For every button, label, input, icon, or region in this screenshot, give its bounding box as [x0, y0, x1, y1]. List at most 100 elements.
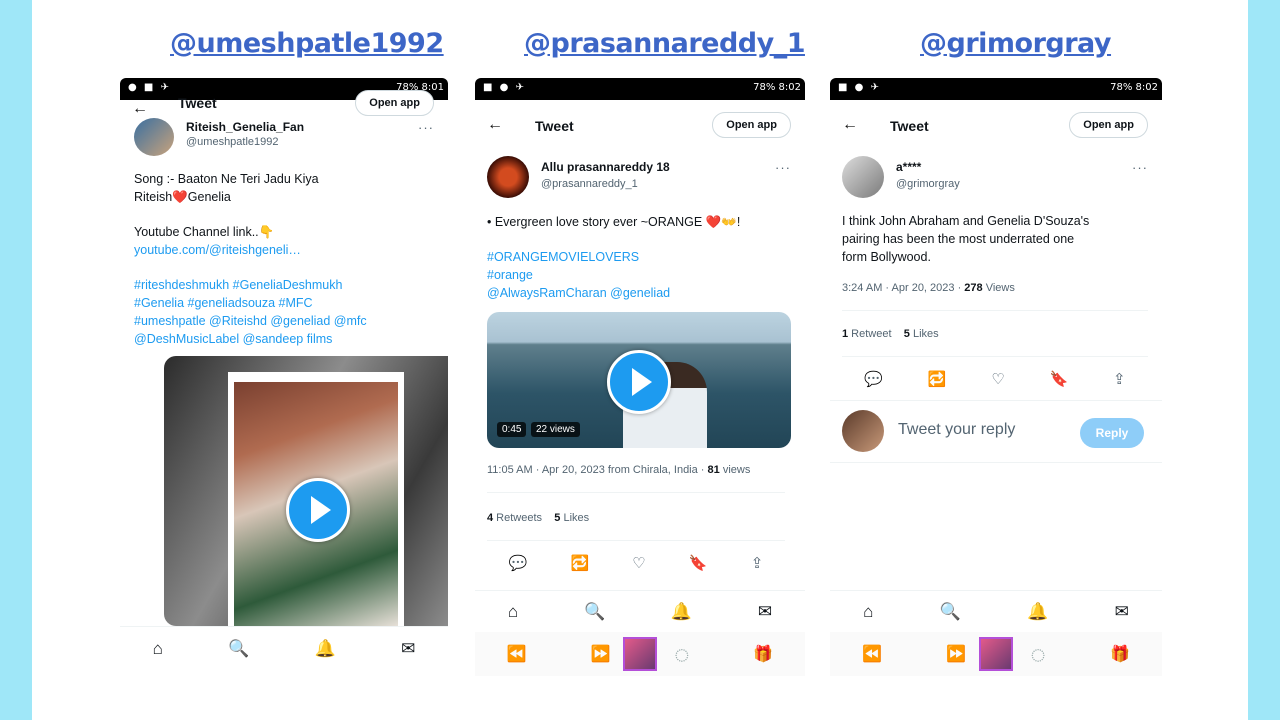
tweet-text-line: form Bollywood.	[842, 250, 931, 264]
likes-label: Likes	[909, 328, 939, 340]
views-label: Views	[982, 282, 1015, 294]
more-options-icon[interactable]: ···	[418, 120, 434, 135]
search-icon[interactable]: 🔍	[228, 639, 249, 659]
divider	[842, 356, 1148, 357]
loading-spinner-icon: ◌	[674, 638, 690, 669]
author-name[interactable]: Allu prasannareddy 18	[541, 160, 670, 174]
mention-line[interactable]: #umeshpatle @Riteishd @geneliad @mfc	[134, 312, 367, 330]
reply-icon[interactable]: 💬	[509, 554, 528, 572]
fast-forward-icon[interactable]: ⏩	[590, 644, 610, 664]
notifications-bell-icon[interactable]: 🔔	[671, 602, 692, 622]
search-icon[interactable]: 🔍	[584, 602, 605, 622]
status-battery-time: 78% 8:02	[1110, 82, 1158, 93]
gift-icon[interactable]: 🎁	[753, 644, 773, 664]
open-app-button[interactable]: Open app	[355, 90, 434, 116]
mention-line[interactable]: @AlwaysRamCharan @geneliad	[487, 284, 670, 302]
engagement-stats[interactable]: 1 Retweet 5 Likes	[842, 328, 939, 340]
status-bar: ■ ● ✈ 78% 8:02	[475, 78, 805, 100]
bottom-nav: ⌂ 🔍 🔔 ✉	[120, 626, 448, 671]
avatar[interactable]	[487, 156, 529, 198]
open-app-button[interactable]: Open app	[712, 112, 791, 138]
author-name[interactable]: a****	[896, 160, 921, 174]
tweet-text-line: Riteish❤️Genelia	[134, 190, 231, 204]
like-heart-icon[interactable]: ♡	[991, 370, 1004, 388]
status-bar: ■ ● ✈ 78% 8:02	[830, 78, 1162, 100]
bottom-nav: ⌂ 🔍 🔔 ✉	[830, 590, 1162, 633]
divider	[842, 310, 1148, 311]
mention-line[interactable]: @DeshMusicLabel @sandeep films	[134, 330, 332, 348]
tweet-text-line: Song :- Baaton Ne Teri Jadu Kiya	[134, 172, 319, 186]
retweets-label: Retweets	[493, 512, 543, 524]
views-label: views	[719, 464, 751, 476]
play-button[interactable]	[607, 350, 671, 414]
bottom-nav: ⌂ 🔍 🔔 ✉	[475, 590, 805, 633]
divider	[830, 462, 1162, 463]
timestamp-text: 11:05 AM · Apr 20, 2023 from Chirala, In…	[487, 464, 708, 476]
author-name[interactable]: Riteish_Genelia_Fan	[186, 120, 304, 134]
messages-mail-icon[interactable]: ✉	[401, 639, 415, 659]
author-username[interactable]: @umeshpatle1992	[186, 136, 279, 148]
rewind-icon[interactable]: ⏪	[507, 644, 527, 664]
top-bar-title: Tweet	[178, 95, 217, 111]
hashtag-line[interactable]: #ORANGEMOVIELOVERS	[487, 248, 639, 266]
tweet-video[interactable]	[164, 356, 448, 626]
home-icon[interactable]: ⌂	[508, 602, 518, 622]
hashtag-line[interactable]: #orange	[487, 266, 533, 284]
home-icon[interactable]: ⌂	[153, 639, 163, 659]
timestamp-text: 3:24 AM · Apr 20, 2023 ·	[842, 282, 965, 294]
messages-mail-icon[interactable]: ✉	[1115, 602, 1129, 622]
loading-spinner-icon: ◌	[1030, 638, 1046, 669]
tweet-timestamp: 11:05 AM · Apr 20, 2023 from Chirala, In…	[487, 464, 750, 476]
media-control-bar: ⏪ ⏩ ◌ 🎁	[830, 632, 1162, 676]
views-count: 278	[964, 282, 983, 294]
profile-thumbnail[interactable]	[979, 637, 1013, 671]
retweet-icon[interactable]: 🔁	[928, 370, 947, 388]
reply-button[interactable]: Reply	[1080, 418, 1144, 448]
share-icon[interactable]: ⇪	[751, 554, 764, 572]
youtube-link[interactable]: youtube.com/@riteishgeneli…	[134, 241, 301, 259]
author-username[interactable]: @grimorgray	[896, 178, 960, 190]
rewind-icon[interactable]: ⏪	[862, 644, 882, 664]
back-arrow-icon[interactable]: ←	[132, 100, 148, 118]
messages-mail-icon[interactable]: ✉	[758, 602, 772, 622]
share-icon[interactable]: ⇪	[1113, 370, 1126, 388]
retweets-label: Retweet	[848, 328, 892, 340]
reply-icon[interactable]: 💬	[864, 370, 883, 388]
search-icon[interactable]: 🔍	[940, 602, 961, 622]
video-duration-badge: 0:45	[497, 422, 527, 437]
open-app-button[interactable]: Open app	[1069, 112, 1148, 138]
collage-canvas: @umeshpatle1992 @prasannareddy_1 @grimor…	[32, 0, 1248, 720]
notifications-bell-icon[interactable]: 🔔	[315, 639, 336, 659]
phone-screenshot-1: ● ■ ✈ 78% 8:01 ← Tweet Open app Riteish_…	[120, 78, 448, 682]
profile-thumbnail[interactable]	[623, 637, 657, 671]
views-count: 81	[707, 464, 720, 476]
author-username[interactable]: @prasannareddy_1	[541, 178, 638, 190]
tweet-text-line: • Evergreen love story ever ~ORANGE ❤️👐!	[487, 215, 741, 229]
tweet-text-line: pairing has been the most underrated one	[842, 232, 1075, 246]
more-options-icon[interactable]: ···	[775, 160, 791, 175]
more-options-icon[interactable]: ···	[1132, 160, 1148, 175]
tweet-action-bar: 💬 🔁 ♡ 🔖 ⇪	[487, 548, 785, 578]
media-control-bar: ⏪ ⏩ ◌ 🎁	[475, 632, 805, 676]
top-bar-title: Tweet	[535, 118, 574, 134]
back-arrow-icon[interactable]: ←	[487, 116, 503, 134]
fast-forward-icon[interactable]: ⏩	[946, 644, 966, 664]
gift-icon[interactable]: 🎁	[1110, 644, 1130, 664]
retweet-icon[interactable]: 🔁	[570, 554, 589, 572]
notifications-bell-icon[interactable]: 🔔	[1027, 602, 1048, 622]
reply-input[interactable]: Tweet your reply	[898, 421, 1015, 439]
home-icon[interactable]: ⌂	[863, 602, 873, 622]
bookmark-icon[interactable]: 🔖	[1050, 370, 1069, 388]
like-heart-icon[interactable]: ♡	[632, 554, 645, 572]
hashtag-line[interactable]: #Genelia #geneliadsouza #MFC	[134, 294, 313, 312]
avatar[interactable]	[842, 156, 884, 198]
back-arrow-icon[interactable]: ←	[842, 116, 858, 134]
avatar[interactable]	[134, 118, 174, 156]
handle-caption-2: @prasannareddy_1	[524, 28, 805, 59]
hashtag-line[interactable]: #riteshdeshmukh #GeneliaDeshmukh	[134, 276, 342, 294]
play-button[interactable]	[286, 478, 350, 542]
handle-caption-3: @grimorgray	[920, 28, 1112, 59]
engagement-stats[interactable]: 4 Retweets 5 Likes	[487, 512, 589, 524]
bookmark-icon[interactable]: 🔖	[689, 554, 708, 572]
tweet-video[interactable]: 0:45 22 views	[487, 312, 791, 448]
